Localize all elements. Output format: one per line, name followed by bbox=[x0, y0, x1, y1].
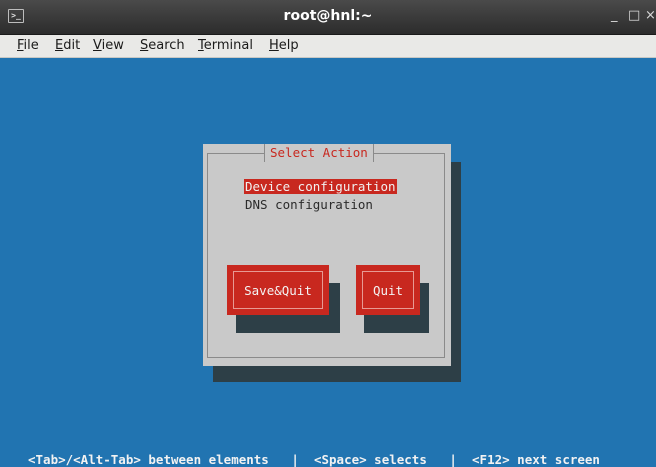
quit-label-frame: Quit bbox=[362, 271, 414, 309]
menu-terminal[interactable]: Terminal bbox=[198, 38, 253, 53]
option-device-configuration[interactable]: Device configuration bbox=[244, 179, 397, 194]
save-quit-button[interactable]: Save&Quit bbox=[227, 265, 329, 315]
save-quit-label-frame: Save&Quit bbox=[233, 271, 323, 309]
save-quit-label: Save&Quit bbox=[244, 282, 312, 298]
minimize-icon[interactable]: _ bbox=[611, 9, 618, 23]
maximize-icon[interactable]: □ bbox=[628, 9, 640, 23]
menu-bar: File Edit View Search Terminal Help bbox=[0, 35, 656, 58]
menu-edit[interactable]: Edit bbox=[55, 38, 80, 53]
option-dns-configuration[interactable]: DNS configuration bbox=[244, 197, 374, 212]
menu-view[interactable]: View bbox=[93, 38, 124, 53]
menu-file[interactable]: File bbox=[17, 38, 39, 53]
quit-button[interactable]: Quit bbox=[356, 265, 420, 315]
menu-help[interactable]: Help bbox=[269, 38, 299, 53]
menu-search[interactable]: Search bbox=[140, 38, 185, 53]
dialog-title: Select Action bbox=[264, 144, 374, 162]
window-titlebar[interactable]: >_ root@hnl:~ _ □ × bbox=[0, 0, 656, 35]
quit-label: Quit bbox=[372, 282, 404, 298]
close-icon[interactable]: × bbox=[645, 9, 656, 23]
window-title: root@hnl:~ bbox=[283, 8, 373, 24]
